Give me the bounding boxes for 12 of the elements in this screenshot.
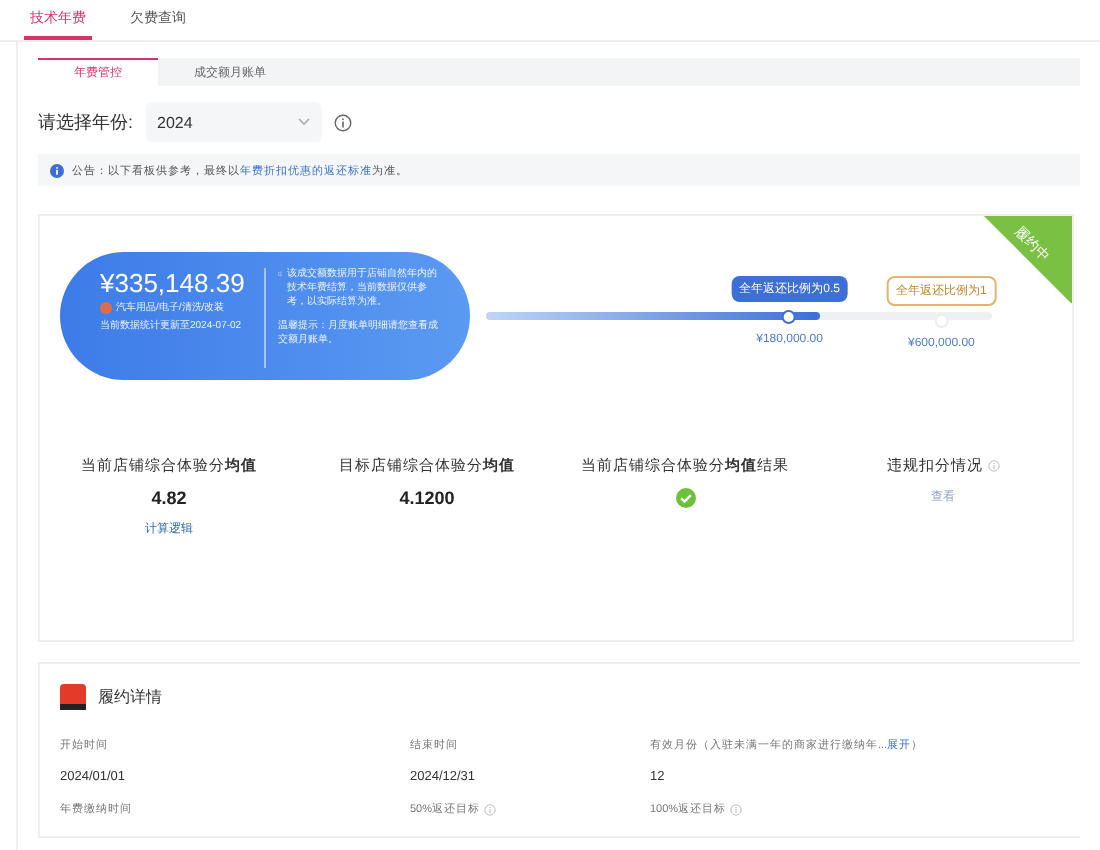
info-icon <box>50 163 64 177</box>
year-select[interactable]: 2024 <box>145 102 322 142</box>
chevron-down-icon <box>297 118 310 126</box>
info-icon <box>333 113 352 131</box>
amount-value: ¥335,148.39 <box>100 268 247 298</box>
metric-value: 4.82 <box>151 488 187 508</box>
milestone-dot <box>782 310 797 324</box>
metric-value: 4.1200 <box>399 488 455 508</box>
detail-title: 履约详情 <box>98 686 162 708</box>
store-logo-icon <box>60 684 86 710</box>
category-icon <box>100 302 112 314</box>
year-label: 请选择年份: <box>38 109 134 135</box>
